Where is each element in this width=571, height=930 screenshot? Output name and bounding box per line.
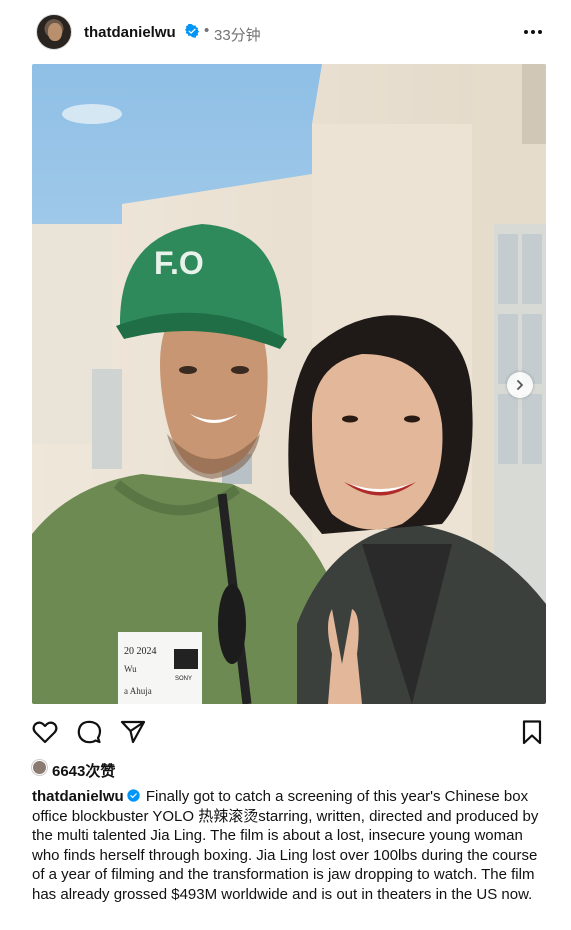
profile-avatar[interactable] <box>36 14 72 50</box>
post-time[interactable]: 33分钟 <box>214 24 261 45</box>
bookmark-icon <box>522 720 542 745</box>
cap-text: F.O <box>154 245 204 281</box>
post-username[interactable]: thatdanielwu <box>84 24 176 41</box>
header-separator: • <box>204 22 210 39</box>
post-caption: thatdanielwu Finally got to catch a scre… <box>32 787 548 905</box>
likes-row: 6643次赞 <box>32 756 332 780</box>
caption-username[interactable]: thatdanielwu <box>32 788 124 805</box>
share-button[interactable] <box>119 718 147 746</box>
comment-icon <box>77 720 102 744</box>
share-icon <box>120 720 146 744</box>
caption-text: Finally got to catch a screening of this… <box>32 788 539 903</box>
photo-illustration: 20 2024 Wu a Ahuja SONY F.O <box>32 64 546 704</box>
liker-avatar[interactable] <box>32 760 47 775</box>
badge-logo: SONY <box>175 676 192 682</box>
post-photo[interactable]: 20 2024 Wu a Ahuja SONY F.O <box>32 64 546 704</box>
badge-line3: a Ahuja <box>124 686 152 696</box>
verified-badge-icon <box>185 24 199 38</box>
avatar-face <box>48 23 62 41</box>
chevron-right-icon <box>517 380 523 390</box>
heart-icon <box>32 721 58 744</box>
post-header: thatdanielwu • 33分钟 <box>0 0 571 64</box>
comment-button[interactable] <box>75 718 103 746</box>
more-options-icon <box>524 30 542 34</box>
more-options-button[interactable] <box>519 23 547 41</box>
like-button[interactable] <box>31 718 59 746</box>
carousel-next-button[interactable] <box>507 372 533 398</box>
verified-badge-icon <box>126 789 140 802</box>
save-button[interactable] <box>518 718 546 746</box>
badge-line1: 20 2024 <box>124 646 157 657</box>
post-actions <box>0 712 571 752</box>
likes-count[interactable]: 6643次赞 <box>52 760 115 781</box>
badge-line2: Wu <box>124 664 137 674</box>
